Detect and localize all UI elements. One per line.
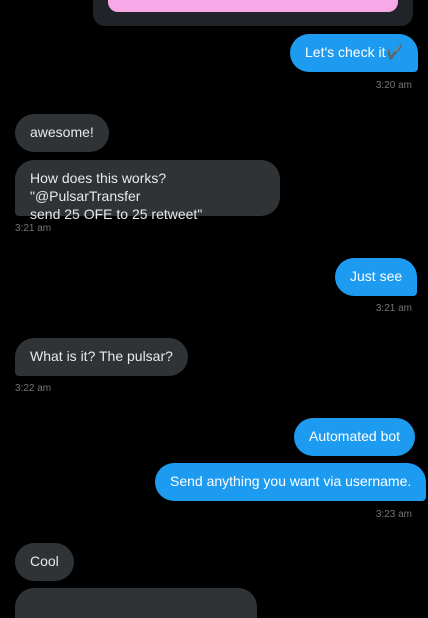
message-timestamp: 3:20 am: [375, 80, 412, 91]
sent-message-bubble[interactable]: Send anything you want via username.: [155, 463, 427, 501]
media-card[interactable]: [93, 0, 413, 26]
received-message-bubble[interactable]: What is it? The pulsar?: [15, 338, 188, 376]
sent-message-bubble[interactable]: Automated bot: [294, 418, 416, 456]
received-message-bubble[interactable]: How does this works? "@PulsarTransfer se…: [15, 160, 280, 222]
sent-message-bubble[interactable]: Just see: [335, 258, 418, 296]
received-message-bubble[interactable]: awesome!: [15, 114, 109, 152]
message-line: send 25 OFE to 25 retweet": [30, 206, 203, 222]
sent-message-bubble[interactable]: Let's check it✔️: [290, 34, 418, 72]
received-message-bubble-partial[interactable]: [15, 588, 257, 618]
message-timestamp: 3:21 am: [375, 303, 412, 314]
message-line: How does this works? "@PulsarTransfer: [30, 170, 167, 204]
received-message-bubble[interactable]: Cool: [15, 543, 74, 581]
message-timestamp: 3:21 am: [15, 223, 52, 234]
message-timestamp: 3:22 am: [15, 383, 52, 394]
message-timestamp: 3:23 am: [375, 509, 412, 520]
media-card-image[interactable]: [108, 0, 398, 12]
